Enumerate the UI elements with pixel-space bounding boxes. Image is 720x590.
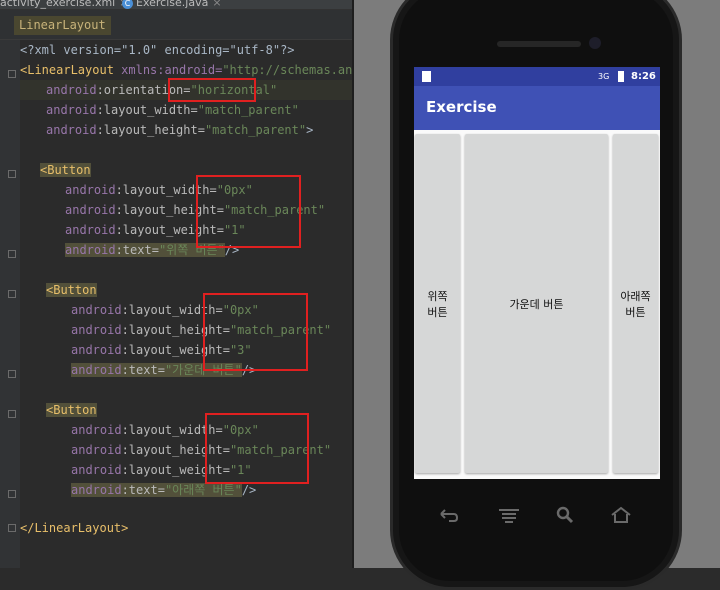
back-icon[interactable] <box>437 505 461 525</box>
network-type: 3G <box>598 72 610 81</box>
button-label: 가운데 버튼 <box>509 297 564 311</box>
editor-tab-bar: activity_exercise.xml× CExercise.java× <box>0 0 352 10</box>
code-line: <Button <box>46 283 97 297</box>
phone-screen: 3G 8:26 Exercise 위쪽 버튼 가운데 버튼 아래쪽 버튼 <box>414 67 660 479</box>
middle-button[interactable]: 가운데 버튼 <box>465 134 608 473</box>
fold-icon[interactable] <box>8 290 16 298</box>
top-button[interactable]: 위쪽 버튼 <box>415 134 460 473</box>
code-line: </LinearLayout> <box>20 521 129 535</box>
button-label: 위쪽 버튼 <box>427 289 448 319</box>
fold-icon[interactable] <box>8 410 16 418</box>
fold-icon[interactable] <box>8 250 16 258</box>
status-bar: 3G 8:26 <box>414 67 660 86</box>
highlight-box <box>203 293 308 371</box>
fold-icon[interactable] <box>8 170 16 178</box>
speaker-grille <box>497 41 581 47</box>
code-line: <LinearLayout xmlns:android="http://sche… <box>20 63 352 77</box>
code-line: <Button <box>40 163 91 177</box>
close-icon[interactable]: × <box>212 0 221 9</box>
code-line: <?xml version="1.0" encoding="utf-8"?> <box>20 43 295 57</box>
sd-card-icon <box>422 71 431 82</box>
emulator-panel: 3G 8:26 Exercise 위쪽 버튼 가운데 버튼 아래쪽 버튼 <box>354 0 720 590</box>
fold-icon[interactable] <box>8 70 16 78</box>
battery-icon <box>618 71 624 82</box>
java-class-icon: C <box>122 0 133 9</box>
code-line: android:layout_height="match_parent"> <box>46 123 314 137</box>
tab-activity-exercise-xml[interactable]: activity_exercise.xml× <box>0 0 128 9</box>
highlight-box <box>196 175 301 248</box>
search-icon[interactable] <box>553 505 577 525</box>
code-line: android:layout_width="match_parent" <box>46 103 299 117</box>
highlight-box <box>205 413 309 484</box>
home-icon[interactable] <box>609 505 633 525</box>
tab-label: activity_exercise.xml <box>0 0 116 9</box>
button-label: 아래쪽 버튼 <box>620 289 651 319</box>
breadcrumb: LinearLayout <box>0 10 352 40</box>
linear-layout: 위쪽 버튼 가운데 버튼 아래쪽 버튼 <box>414 130 660 479</box>
code-line: <Button <box>46 403 97 417</box>
phone-frame: 3G 8:26 Exercise 위쪽 버튼 가운데 버튼 아래쪽 버튼 <box>390 0 682 590</box>
app-title: Exercise <box>426 98 497 116</box>
editor-gutter <box>0 40 20 568</box>
code-editor-panel: activity_exercise.xml× CExercise.java× L… <box>0 0 352 568</box>
bottom-button[interactable]: 아래쪽 버튼 <box>613 134 658 473</box>
fold-icon[interactable] <box>8 524 16 532</box>
app-bar: Exercise <box>414 86 660 130</box>
camera-icon <box>589 37 601 49</box>
status-time: 8:26 <box>631 71 656 82</box>
tab-label: Exercise.java <box>136 0 209 9</box>
breadcrumb-item[interactable]: LinearLayout <box>14 16 111 35</box>
fold-icon[interactable] <box>8 490 16 498</box>
fold-icon[interactable] <box>8 370 16 378</box>
menu-icon[interactable] <box>497 505 521 525</box>
highlight-box <box>168 78 256 102</box>
tab-exercise-java[interactable]: C Exercise.java × <box>122 0 232 9</box>
